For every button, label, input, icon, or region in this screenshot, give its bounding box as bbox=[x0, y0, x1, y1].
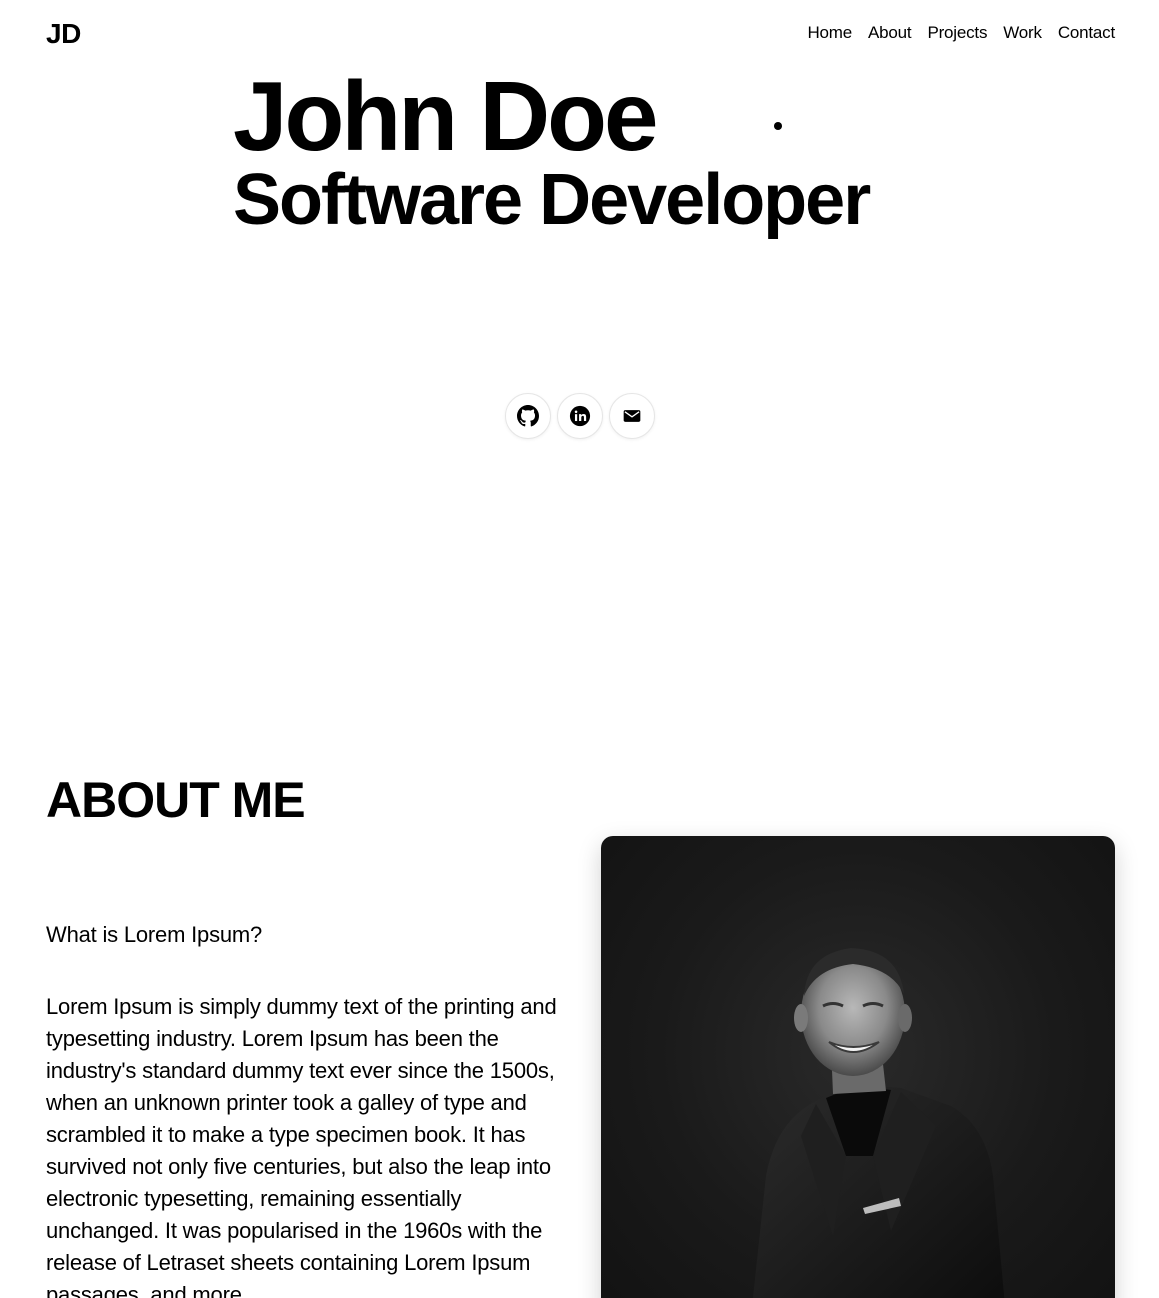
github-icon bbox=[517, 405, 539, 427]
about-title: ABOUT ME bbox=[46, 772, 306, 828]
linkedin-icon bbox=[569, 405, 591, 427]
nav-home-link[interactable]: Home bbox=[807, 22, 852, 44]
about-question: What is Lorem Ipsum? bbox=[46, 922, 263, 947]
nav-projects-link[interactable]: Projects bbox=[927, 22, 987, 44]
portrait-image bbox=[601, 836, 1115, 1298]
linkedin-button[interactable] bbox=[557, 393, 603, 439]
nav-about-link[interactable]: About bbox=[868, 22, 912, 44]
hero-role: Software Developer bbox=[233, 160, 871, 240]
site-logo[interactable]: JD bbox=[46, 16, 81, 52]
main-nav: Home About Projects Work Contact bbox=[807, 22, 1115, 44]
nav-contact-link[interactable]: Contact bbox=[1058, 22, 1115, 44]
cursor-dot bbox=[774, 122, 782, 130]
page: JD Home About Projects Work Contact John… bbox=[0, 0, 1159, 1298]
github-button[interactable] bbox=[505, 393, 551, 439]
email-button[interactable] bbox=[609, 393, 655, 439]
about-body: Lorem Ipsum is simply dummy text of the … bbox=[46, 994, 557, 1298]
hero-name: John Doe bbox=[233, 61, 658, 171]
nav-work-link[interactable]: Work bbox=[1003, 22, 1042, 44]
mail-icon bbox=[622, 406, 642, 426]
social-links bbox=[505, 393, 655, 439]
